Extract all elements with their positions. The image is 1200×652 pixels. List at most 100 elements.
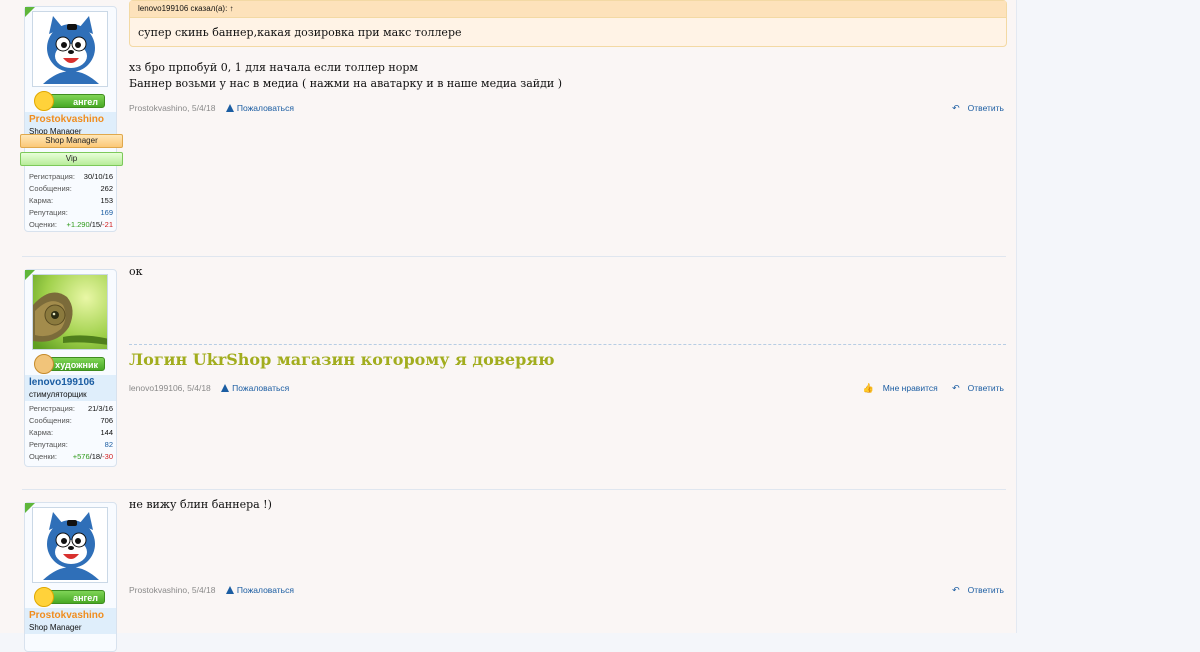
username-link[interactable]: Prostokvashino: [29, 610, 112, 622]
rank-label: художник: [55, 360, 98, 370]
report-link[interactable]: Пожаловаться: [225, 585, 294, 595]
stat-label: Сообщения:: [29, 184, 72, 193]
avatar[interactable]: [32, 274, 108, 350]
ratings-neutral: 15: [91, 220, 101, 229]
message-body: хз бро прпобуй 0, 1 для начала если толл…: [129, 60, 562, 92]
like-icon: 👍: [862, 383, 874, 393]
stat-messages[interactable]: 706: [100, 415, 113, 427]
message-line: хз бро прпобуй 0, 1 для начала если толл…: [129, 61, 418, 74]
ratings-negative: -21: [102, 220, 113, 229]
message-line: ок: [129, 265, 143, 278]
user-card: художник lenovo199106 стимуляторщик Реги…: [24, 269, 117, 467]
stat-label: Карма:: [29, 196, 54, 205]
stat-reputation[interactable]: 169: [100, 207, 113, 219]
post-meta: lenovo199106, 5/4/18 Пожаловаться 👍 Мне н…: [129, 381, 1004, 395]
online-flag: [25, 270, 35, 280]
stat-karma: 144: [100, 428, 113, 437]
stat-label: Оценки:: [29, 452, 57, 461]
reply-button[interactable]: ↶ Ответить: [946, 103, 1004, 113]
report-label: Пожаловаться: [232, 383, 290, 393]
like-button[interactable]: 👍 Мне нравится: [857, 383, 938, 393]
post: ангел Prostokvashino Shop Manager не виж…: [0, 491, 1016, 652]
stat-label: Репутация:: [29, 208, 68, 217]
stat-messages[interactable]: 262: [100, 183, 113, 195]
avatar[interactable]: [32, 11, 108, 87]
online-flag: [25, 7, 35, 17]
like-label: Мне нравится: [882, 383, 938, 393]
reply-button[interactable]: ↶ Ответить: [946, 383, 1004, 393]
username-link[interactable]: lenovo199106: [29, 377, 112, 389]
username-box: Prostokvashino Shop Manager: [25, 608, 116, 634]
report-label: Пожаловаться: [236, 585, 294, 595]
stat-label: Регистрация:: [29, 404, 75, 413]
meta-author[interactable]: Prostokvashino: [129, 103, 187, 113]
stat-label: Репутация:: [29, 440, 68, 449]
user-title: стимуляторщик: [29, 390, 87, 399]
reply-label: Ответить: [967, 585, 1004, 595]
reply-label: Ответить: [967, 103, 1004, 113]
ratings-negative: -30: [102, 452, 113, 461]
rank-badge: художник: [34, 354, 105, 374]
avatar[interactable]: [32, 507, 108, 583]
quote-header[interactable]: lenovo199106 сказал(а): ↑: [130, 1, 1006, 18]
stat-label: Оценки:: [29, 220, 57, 229]
meta-date[interactable]: 5/4/18: [192, 103, 216, 113]
ratings-positive: +1.290: [66, 220, 90, 229]
post-actions: 👍 Мне нравится ↶ Ответить: [851, 381, 1004, 395]
quote-body: супер скинь баннер,какая дозировка при м…: [138, 26, 462, 39]
reply-icon: ↶: [952, 103, 960, 113]
post-separator: [22, 256, 1006, 257]
stat-ratings: +576/18/-30: [72, 452, 113, 461]
reply-icon: ↶: [952, 585, 960, 595]
reply-label: Ответить: [967, 383, 1004, 393]
stat-reputation[interactable]: 82: [105, 439, 113, 451]
angel-emoji-icon: [34, 91, 54, 111]
stat-label: Сообщения:: [29, 416, 72, 425]
username-link[interactable]: Prostokvashino: [29, 114, 112, 126]
chameleon-avatar: [33, 275, 107, 349]
warning-icon: [221, 384, 230, 392]
online-flag: [25, 503, 35, 513]
report-link[interactable]: Пожаловаться: [225, 103, 294, 113]
cat-avatar: [33, 12, 107, 86]
rank-badge: ангел: [34, 587, 105, 607]
quote-block: lenovo199106 сказал(а): ↑ супер скинь ба…: [129, 0, 1007, 47]
rank-badge: ангел: [34, 91, 105, 111]
ratings-neutral: 18: [91, 452, 101, 461]
post-meta: Prostokvashino, 5/4/18 Пожаловаться ↶ Отв…: [129, 101, 1004, 115]
stat-registration: 21/3/16: [87, 404, 113, 413]
angel-emoji-icon: [34, 587, 54, 607]
stat-label: Регистрация:: [29, 172, 75, 181]
stat-ratings: +1.290/15/-21: [66, 220, 113, 229]
meta-author[interactable]: lenovo199106: [129, 383, 182, 393]
meta-date[interactable]: 5/4/18: [192, 585, 216, 595]
meta-author[interactable]: Prostokvashino: [129, 585, 187, 595]
report-label: Пожаловаться: [236, 103, 294, 113]
message-body: ок: [129, 264, 143, 280]
post-meta: Prostokvashino, 5/4/18 Пожаловаться ↶ Отв…: [129, 585, 1004, 595]
meta-date[interactable]: 5/4/18: [187, 383, 211, 393]
message-body: не вижу блин баннера !): [129, 497, 272, 513]
user-title: Shop Manager: [29, 623, 82, 632]
post: ангел Prostokvashino Shop Manager Shop M…: [0, 0, 1016, 255]
stat-label: Карма:: [29, 428, 54, 437]
thread-content: ангел Prostokvashino Shop Manager Shop M…: [0, 0, 1017, 652]
post-actions: ↶ Ответить: [940, 101, 1004, 115]
username-box: lenovo199106 стимуляторщик: [25, 375, 116, 401]
signature: Логин UkrShop магазин которому я доверяю: [129, 350, 555, 369]
rank-label: ангел: [73, 97, 98, 107]
warning-icon: [225, 104, 234, 112]
banner-shop-manager: Shop Manager: [20, 134, 123, 148]
user-card: ангел Prostokvashino Shop Manager Shop M…: [20, 6, 123, 232]
rank-label: ангел: [73, 593, 98, 603]
report-link[interactable]: Пожаловаться: [221, 383, 289, 393]
user-stats: Регистрация: 30/10/16 Сообщения: 262 Карма…: [29, 171, 113, 231]
post-separator: [22, 489, 1006, 490]
user-card: ангел Prostokvashino Shop Manager: [24, 502, 117, 652]
message-line: Баннер возьми у нас в медиа ( нажми на а…: [129, 77, 563, 90]
stat-registration: 30/10/16: [83, 172, 113, 181]
warning-icon: [225, 586, 234, 594]
reply-icon: ↶: [952, 383, 960, 393]
post: художник lenovo199106 стимуляторщик Реги…: [0, 258, 1016, 488]
reply-button[interactable]: ↶ Ответить: [946, 585, 1004, 595]
